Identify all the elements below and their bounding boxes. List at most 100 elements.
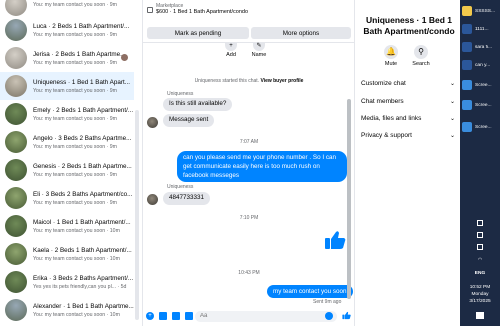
taskbar-label: can y... bbox=[475, 62, 491, 68]
avatar bbox=[5, 159, 27, 181]
tray-icon[interactable] bbox=[477, 232, 483, 238]
chat-list-scrollbar[interactable] bbox=[135, 110, 139, 320]
chat-name: Maicol · 1 Bed 1 Bath Apartment/... bbox=[33, 218, 131, 226]
privacy-support-section[interactable]: Privacy & support ⌄ bbox=[361, 132, 455, 139]
chat-preview: You: my team contact you soon · 9m bbox=[33, 143, 118, 150]
chat-list-item[interactable]: Jerisa · 2 Beds 1 Bath Apartme... You: my… bbox=[0, 45, 134, 71]
chat-preview: You: my team contact you soon · 9m bbox=[33, 199, 118, 206]
add-action[interactable]: + Add bbox=[216, 43, 246, 58]
avatar bbox=[5, 271, 27, 293]
language-indicator[interactable]: ENG bbox=[460, 271, 500, 277]
timestamp: 7:07 AM bbox=[239, 139, 259, 145]
chat-list-item[interactable]: Erika · 3 Beds 2 Baths Apartment/... Yes … bbox=[0, 269, 134, 295]
image-icon[interactable] bbox=[159, 312, 167, 320]
name-action[interactable]: ✎ Name bbox=[244, 43, 274, 58]
send-like-icon[interactable] bbox=[342, 311, 351, 320]
thread-scrollbar[interactable] bbox=[347, 99, 351, 299]
marketplace-icon bbox=[147, 7, 153, 13]
word-icon bbox=[462, 24, 472, 34]
chat-preview: You: my team contact you soon · 9m bbox=[33, 31, 118, 38]
avatar bbox=[5, 75, 27, 97]
screenshot-icon bbox=[462, 80, 472, 90]
chat-preview: You: my team contact you soon · 9m bbox=[33, 115, 118, 122]
chat-preview: You: my team contact you soon · 10m bbox=[33, 227, 120, 234]
message-outgoing[interactable]: my team contact you soon bbox=[267, 285, 353, 298]
clock-time[interactable]: 10:52 PM bbox=[460, 285, 500, 291]
chat-list-item[interactable]: Angelo · 3 Beds 2 Baths Apartme... You: m… bbox=[0, 129, 134, 155]
taskbar-label: Scree... bbox=[475, 82, 492, 88]
gif-icon[interactable] bbox=[185, 312, 193, 320]
taskbar-item[interactable]: can y... bbox=[462, 56, 498, 74]
timestamp: 10:43 PM bbox=[238, 270, 260, 276]
taskbar-item[interactable]: Scree... bbox=[462, 118, 498, 136]
more-options-button[interactable]: More options bbox=[251, 27, 351, 39]
clock-date[interactable]: 3/17/2025 bbox=[460, 299, 500, 305]
wifi-icon[interactable]: ◠ bbox=[460, 258, 500, 264]
word-icon bbox=[462, 42, 472, 52]
chat-list-item-active[interactable]: Uniqueness · 1 Bed 1 Bath Apart... You: m… bbox=[0, 72, 134, 100]
tray-icon[interactable] bbox=[477, 244, 483, 250]
chat-name: Emely · 2 Beds 1 Bath Apartment/... bbox=[33, 106, 134, 114]
taskbar-item[interactable]: Scree... bbox=[462, 96, 498, 114]
chat-started-text: Uniqueness started this chat. bbox=[194, 78, 260, 84]
taskbar-label: Scree... bbox=[475, 124, 492, 130]
avatar bbox=[5, 131, 27, 153]
chat-preview: Yes yes its pets friendly,can you pl... … bbox=[33, 283, 127, 290]
chat-list: You: my team contact you soon · 9m Luca … bbox=[0, 0, 142, 326]
avatar bbox=[5, 0, 27, 16]
message-thread: + Add ✎ Name Uniqueness started this cha… bbox=[143, 42, 355, 326]
avatar bbox=[5, 103, 27, 125]
taskbar-label: SSSSS... bbox=[475, 8, 495, 14]
chat-name: Genesis · 2 Beds 1 Bath Apartme... bbox=[33, 162, 132, 170]
chat-list-item[interactable]: Genesis · 2 Beds 1 Bath Apartme... You: m… bbox=[0, 157, 134, 183]
taskbar-item[interactable]: sara fi... bbox=[462, 38, 498, 56]
notification-icon[interactable] bbox=[476, 312, 484, 319]
plus-icon[interactable]: + bbox=[146, 312, 154, 320]
message-incoming[interactable]: Is this still available? bbox=[163, 98, 233, 111]
tray-icon[interactable] bbox=[477, 220, 483, 226]
taskbar-label: sara fi... bbox=[475, 44, 493, 50]
message-input[interactable] bbox=[195, 311, 337, 322]
taskbar-item[interactable]: 1111... bbox=[462, 20, 498, 38]
pencil-icon: ✎ bbox=[253, 43, 265, 51]
sticker-icon[interactable] bbox=[172, 312, 180, 320]
listing-price-title[interactable]: $600 · 1 Bed 1 Bath Apartment/condo bbox=[156, 9, 351, 15]
taskbar-item[interactable]: SSSSS... bbox=[462, 2, 498, 20]
chat-list-item[interactable]: Kaela · 2 Beds 1 Bath Apartment/... You: … bbox=[0, 241, 134, 267]
chat-list-item[interactable]: Maicol · 1 Bed 1 Bath Apartment/... You: … bbox=[0, 213, 134, 239]
emoji-icon[interactable] bbox=[325, 312, 333, 320]
chat-list-item[interactable]: Alexander · 1 Bed 1 Bath Apartme... You: … bbox=[0, 297, 134, 323]
timestamp: 7:10 PM bbox=[239, 215, 259, 221]
view-buyer-profile-link[interactable]: View buyer profile bbox=[260, 78, 303, 84]
mark-pending-button[interactable]: Mark as pending bbox=[147, 27, 249, 39]
search-button[interactable]: ⚲ Search bbox=[409, 45, 433, 67]
chat-list-item[interactable]: Luca · 2 Beds 1 Bath Apartment/... You: m… bbox=[0, 17, 134, 43]
message-incoming[interactable]: Message sent bbox=[163, 114, 215, 127]
name-label: Name bbox=[251, 52, 267, 58]
chat-details-panel: Uniqueness · 1 Bed 1 Bath Apartment/cond… bbox=[354, 0, 460, 326]
chat-preview: You: my team contact you soon · 10m bbox=[33, 255, 120, 262]
chat-name: Angelo · 3 Beds 2 Baths Apartme... bbox=[33, 134, 132, 142]
avatar bbox=[5, 243, 27, 265]
section-label: Customize chat bbox=[361, 80, 406, 87]
thumbs-up-icon[interactable] bbox=[324, 230, 346, 250]
media-files-section[interactable]: Media, files and links ⌄ bbox=[361, 115, 455, 122]
chat-title: Uniqueness · 1 Bed 1 Bath Apartment/cond… bbox=[363, 15, 455, 36]
chat-list-item[interactable]: Eli · 3 Beds 2 Baths Apartment/co... You:… bbox=[0, 185, 134, 211]
customize-chat-section[interactable]: Customize chat ⌄ bbox=[361, 80, 455, 87]
sender-avatar bbox=[147, 194, 158, 205]
chat-members-section[interactable]: Chat members ⌄ bbox=[361, 98, 455, 105]
section-label: Privacy & support bbox=[361, 132, 412, 139]
message-incoming[interactable]: 4847733331 bbox=[163, 192, 211, 205]
taskbar-item[interactable]: Scree... bbox=[462, 76, 498, 94]
chat-name: Eli · 3 Beds 2 Baths Apartment/co... bbox=[33, 190, 133, 198]
message-outgoing[interactable]: can you please send me your phone number… bbox=[177, 151, 347, 182]
chat-name: Erika · 3 Beds 2 Baths Apartment/... bbox=[33, 274, 134, 282]
chat-list-item[interactable]: Emely · 2 Beds 1 Bath Apartment/... You: … bbox=[0, 101, 134, 127]
conversation-panel: Marketplace $600 · 1 Bed 1 Bath Apartmen… bbox=[142, 0, 355, 326]
chat-name: Kaela · 2 Beds 1 Bath Apartment/... bbox=[33, 246, 132, 254]
composer: + bbox=[143, 306, 355, 326]
chat-list-item[interactable]: You: my team contact you soon · 9m bbox=[0, 0, 134, 18]
mute-button[interactable]: 🔔 Mute bbox=[379, 45, 403, 67]
clock-day[interactable]: Monday bbox=[460, 292, 500, 298]
